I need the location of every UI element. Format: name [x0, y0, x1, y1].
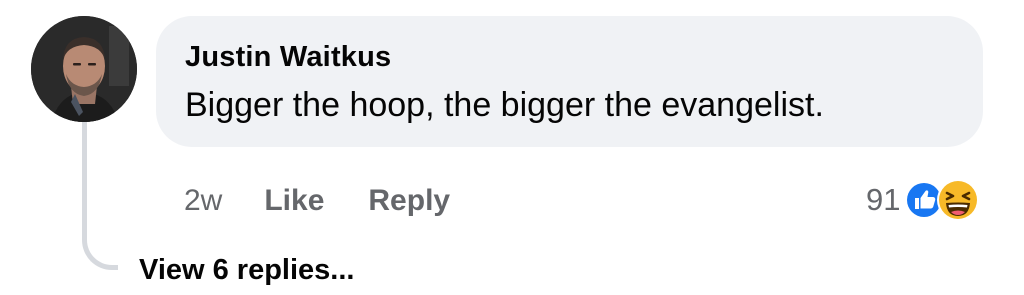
comment-timestamp[interactable]: 2w [184, 184, 222, 218]
reaction-icons [904, 178, 980, 222]
comment-thread: Justin Waitkus Bigger the hoop, the bigg… [0, 0, 1024, 295]
reaction-summary[interactable]: 91 [866, 178, 980, 222]
avatar-photo [31, 16, 137, 122]
view-replies-link[interactable]: View 6 replies... [139, 254, 354, 287]
comment-author[interactable]: Justin Waitkus [185, 41, 391, 74]
haha-reaction-icon [937, 179, 980, 221]
comment-text: Bigger the hoop, the bigger the evangeli… [185, 86, 824, 124]
thread-connector-line [82, 122, 118, 270]
comment-actions: 2w Like Reply [184, 184, 494, 218]
like-button[interactable]: Like [264, 184, 324, 218]
reaction-count: 91 [866, 182, 901, 217]
reply-button[interactable]: Reply [368, 184, 450, 218]
avatar[interactable] [31, 16, 137, 122]
comment-bubble: Justin Waitkus Bigger the hoop, the bigg… [156, 16, 983, 147]
